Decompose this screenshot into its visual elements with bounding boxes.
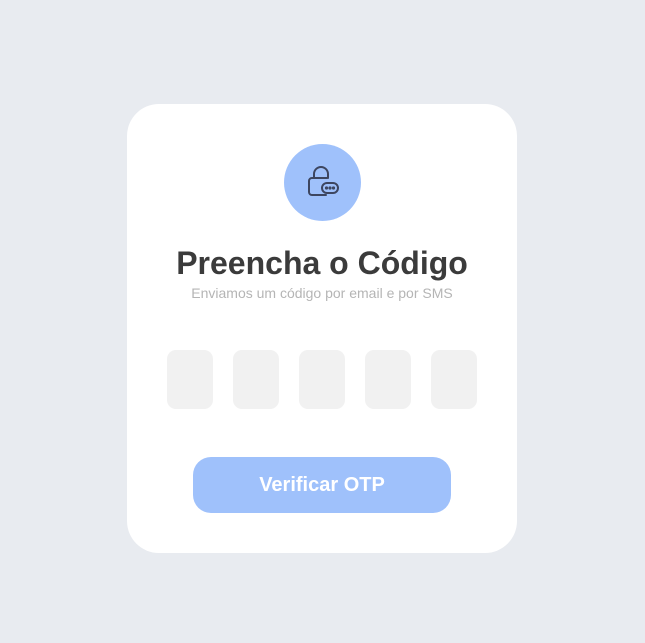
- otp-digit-2-input[interactable]: [233, 350, 279, 409]
- verify-otp-button[interactable]: Verificar OTP: [193, 457, 451, 513]
- otp-digit-5-input[interactable]: [431, 350, 477, 409]
- otp-digit-1-input[interactable]: [167, 350, 213, 409]
- lock-message-icon: [307, 165, 339, 196]
- otp-digit-3-input[interactable]: [299, 350, 345, 409]
- page-title: Preencha o Código: [176, 245, 468, 281]
- otp-card: Preencha o Código Enviamos um código por…: [127, 104, 517, 553]
- otp-digit-4-input[interactable]: [365, 350, 411, 409]
- otp-input-group: [167, 350, 477, 409]
- lock-icon-badge: [284, 144, 361, 221]
- page-subtitle: Enviamos um código por email e por SMS: [191, 285, 453, 301]
